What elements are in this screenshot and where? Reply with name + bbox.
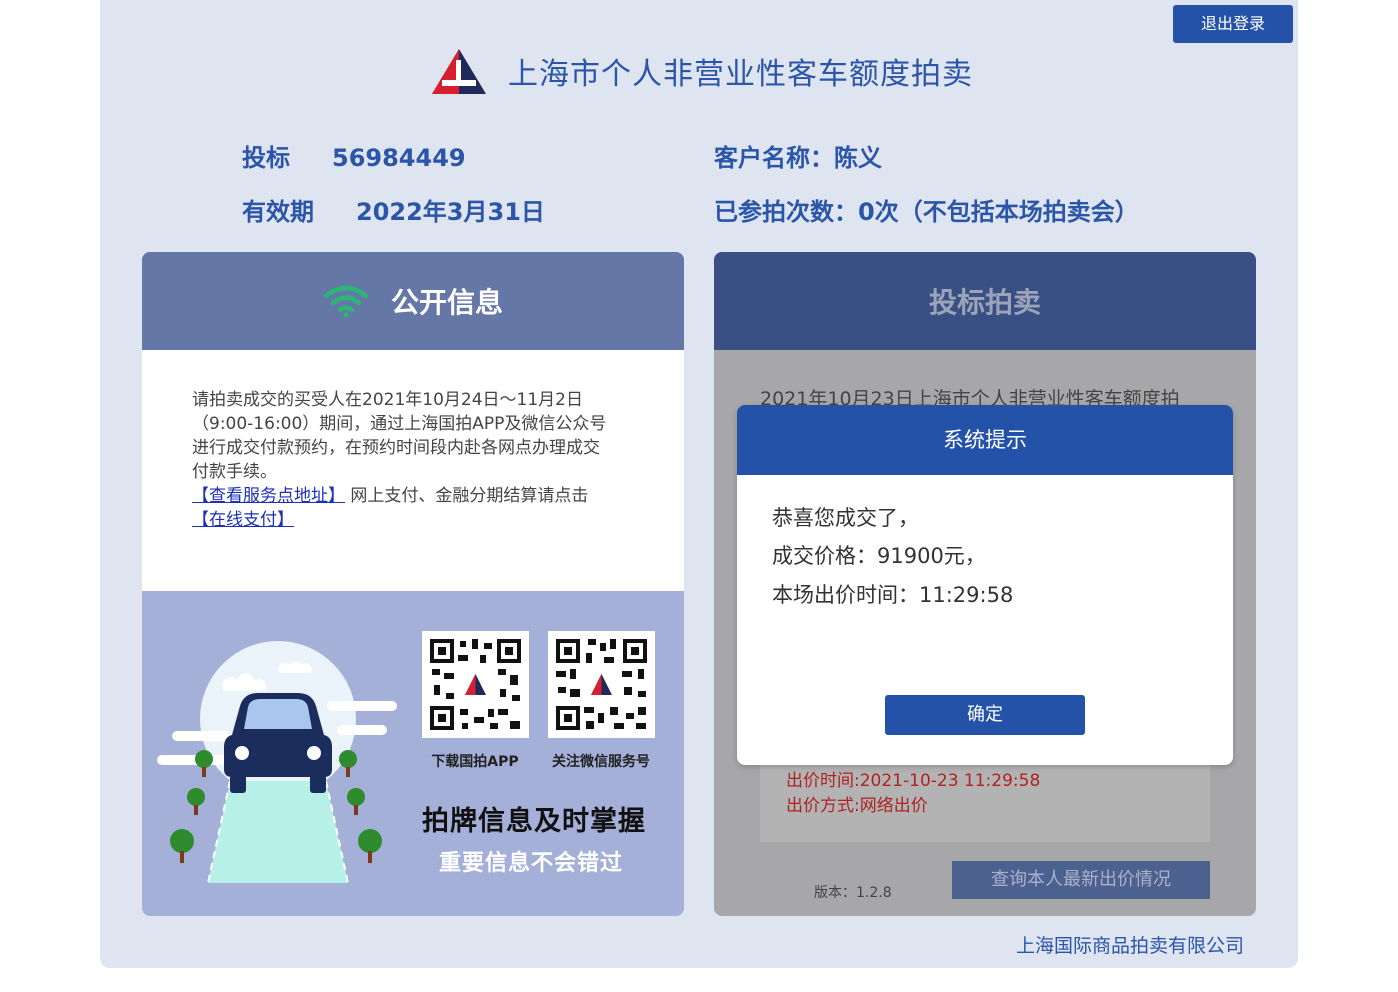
qr-wechat-caption: 关注微信服务号 xyxy=(552,754,650,770)
notice-line: 付款手续。 xyxy=(192,462,277,482)
dialog-bid-time: 本场出价时间：11:29:58 xyxy=(772,583,1014,607)
participation-count: 已参拍次数：0次（不包括本场拍卖会） xyxy=(714,198,1139,226)
dialog-deal-price: 成交价格：91900元， xyxy=(772,544,986,568)
public-info-header: 公开信息 xyxy=(142,252,684,350)
qr-code-app xyxy=(422,631,529,738)
bid-number-row: 投标 56984449 xyxy=(242,138,466,173)
notice-line: （9:00-16:00）期间，通过上海国拍APP及微信公众号 xyxy=(192,414,607,434)
public-info-notice: 请拍卖成交的买受人在2021年10月24日～11月2日 （9:00-16:00）… xyxy=(142,350,684,591)
validity-label: 有效期 xyxy=(242,198,314,226)
pay-note: 网上支付、金融分期结算请点击 xyxy=(345,486,589,506)
qr-code-wechat xyxy=(548,631,655,738)
dialog-message-line: 恭喜您成交了， xyxy=(772,506,919,530)
company-footer: 上海国际商品拍卖有限公司 xyxy=(1016,935,1245,957)
page-title: 上海市个人非营业性客车额度拍卖 xyxy=(508,57,973,92)
service-address-link[interactable]: 【查看服务点地址】 xyxy=(192,486,345,506)
auction-logo-icon xyxy=(432,49,486,94)
bid-number: 56984449 xyxy=(332,144,466,172)
system-prompt-dialog: 系统提示 恭喜您成交了， 成交价格：91900元， 本场出价时间：11:29:5… xyxy=(737,405,1233,765)
query-latest-bid-button[interactable]: 查询本人最新出价情况 xyxy=(952,861,1210,899)
slogan-sub: 重要信息不会错过 xyxy=(439,851,624,876)
confirm-button[interactable]: 确定 xyxy=(885,695,1085,735)
bidding-title: 投标拍卖 xyxy=(928,286,1041,319)
notice-line: 请拍卖成交的买受人在2021年10月24日～11月2日 xyxy=(192,390,583,410)
version-label: 版本：1.2.8 xyxy=(814,885,892,901)
qr-app-caption: 下载国拍APP xyxy=(431,754,519,770)
notice-line: 进行成交付款预约，在预约时间段内赴各网点办理成交 xyxy=(192,438,600,458)
car-illustration xyxy=(157,641,397,884)
public-info-title: 公开信息 xyxy=(390,286,503,319)
bid-method: 出价方式:网络出价 xyxy=(786,796,928,816)
slogan-main: 拍牌信息及时掌握 xyxy=(422,806,646,837)
qr-code-icon xyxy=(554,637,649,732)
bid-time: 出价时间:2021-10-23 11:29:58 xyxy=(786,771,1041,791)
qr-code-icon xyxy=(428,637,523,732)
validity-row: 有效期 2022年3月31日 xyxy=(242,192,545,227)
public-info-panel: 公开信息 请拍卖成交的买受人在2021年10月24日～11月2日 （9:00-1… xyxy=(142,252,684,916)
bidding-header: 投标拍卖 xyxy=(714,252,1256,350)
logout-button[interactable]: 退出登录 xyxy=(1173,5,1293,43)
page-header: 上海市个人非营业性客车额度拍卖 xyxy=(430,45,973,97)
customer-name: 客户名称：陈义 xyxy=(714,144,882,172)
wifi-icon xyxy=(323,285,369,318)
bid-label: 投标 xyxy=(242,144,290,172)
online-pay-link[interactable]: 【在线支付】 xyxy=(192,510,294,530)
promo-banner: 下载国拍APP 关注微信服务号 拍牌信息及时掌握 重要信息不会错过 xyxy=(142,591,684,916)
validity-date: 2022年3月31日 xyxy=(356,198,545,226)
dialog-title: 系统提示 xyxy=(737,405,1233,475)
